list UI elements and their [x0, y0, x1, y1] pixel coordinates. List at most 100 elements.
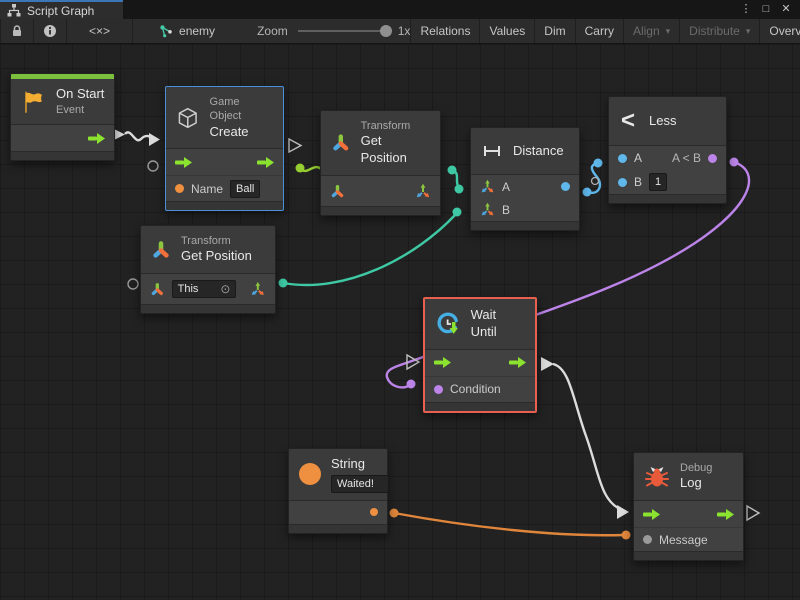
transform-input-port[interactable] [330, 184, 345, 199]
node-category: Debug [680, 461, 712, 475]
string-icon [299, 463, 321, 485]
flow-out-port[interactable] [509, 357, 526, 368]
carry-button[interactable]: Carry [576, 19, 624, 43]
port-label: Name [191, 182, 223, 196]
gameobject-cube-icon [176, 106, 200, 130]
node-string-literal[interactable]: String Waited! [288, 448, 388, 534]
distribute-dropdown[interactable]: Distribute ▾ [680, 19, 760, 43]
string-output-port[interactable] [370, 508, 378, 516]
chevron-down-icon: ▾ [666, 26, 671, 37]
values-button[interactable]: Values [480, 19, 535, 43]
title-bar: Script Graph ⋮ □ ✕ [0, 0, 800, 19]
object-picker-icon[interactable]: ⊙ [214, 282, 230, 296]
code-view-button[interactable]: <×> [67, 19, 133, 43]
name-value-field[interactable]: Ball [230, 180, 260, 198]
flow-in-port[interactable] [643, 509, 660, 520]
node-title: Log [680, 475, 712, 492]
node-category: Game Object [210, 95, 273, 124]
vector3-input-port[interactable] [480, 202, 495, 217]
dim-button[interactable]: Dim [535, 19, 575, 43]
node-footer [11, 151, 114, 160]
less-input-b-port[interactable] [618, 178, 627, 187]
transform-icon [331, 133, 351, 153]
node-get-position-left[interactable]: Transform Get Position This ⊙ [140, 225, 276, 314]
lock-button[interactable] [0, 19, 34, 43]
transform-icon [151, 240, 171, 260]
flow-out-port[interactable] [717, 509, 734, 520]
output-label: A < B [672, 151, 701, 165]
graph-breadcrumb[interactable]: enemy [153, 19, 221, 43]
wait-icon [435, 311, 461, 337]
port-label: B [502, 203, 510, 217]
port-label: Message [659, 533, 708, 547]
port-label: A [502, 180, 510, 194]
overview-button[interactable]: Overview [760, 19, 800, 43]
node-debug-log[interactable]: Debug Log Message [633, 452, 744, 561]
window-menu-button[interactable]: ⋮ [738, 1, 754, 18]
less-input-a-port[interactable] [618, 154, 627, 163]
node-title: Get Position [181, 248, 252, 265]
node-title: Distance [513, 143, 564, 160]
node-category: Transform [181, 234, 252, 248]
zoom-value: 1x [398, 24, 411, 38]
condition-input-port[interactable] [434, 385, 443, 394]
graph-name: enemy [179, 24, 215, 38]
script-graph-icon [7, 4, 21, 17]
distance-output-port[interactable] [561, 182, 570, 191]
zoom-label: Zoom [257, 24, 288, 38]
port-label: Condition [450, 382, 501, 396]
node-footer [609, 194, 726, 203]
string-value-field[interactable]: Waited! [331, 475, 389, 493]
node-subtitle: Event [56, 103, 104, 117]
message-input-port[interactable] [643, 535, 652, 544]
flow-in-port[interactable] [175, 157, 192, 168]
graph-toolbar: <×> enemy Zoom 1x Relations Values Dim C… [0, 19, 800, 44]
node-footer [166, 201, 283, 210]
graph-icon [159, 24, 174, 39]
node-create-gameobject[interactable]: Game Object Create Name Ball [165, 86, 284, 211]
chevron-down-icon: ▾ [746, 26, 751, 37]
window-close-button[interactable]: ✕ [778, 1, 794, 18]
flow-in-port[interactable] [434, 357, 451, 368]
node-title: Wait Until [471, 307, 525, 341]
window-tab[interactable]: Script Graph [0, 0, 123, 19]
less-icon: < [621, 109, 635, 133]
name-input-port[interactable] [175, 184, 184, 193]
transform-input-port[interactable] [150, 282, 165, 297]
node-title: Get Position [361, 133, 430, 167]
port-label: A [634, 151, 642, 165]
inspector-button[interactable] [34, 19, 67, 43]
flag-icon [20, 89, 46, 115]
zoom-slider-track[interactable] [298, 30, 386, 32]
lock-icon [10, 24, 24, 38]
node-title: Create [210, 124, 273, 141]
window-maximize-button[interactable]: □ [758, 1, 774, 18]
node-get-position-top[interactable]: Transform Get Position [320, 110, 441, 216]
node-on-start-event[interactable]: On Start Event [10, 73, 115, 161]
port-label: B [634, 175, 642, 189]
node-footer [321, 206, 440, 215]
target-value-field[interactable]: This ⊙ [172, 280, 237, 298]
node-distance[interactable]: Distance A B [470, 127, 580, 231]
node-footer [141, 304, 275, 313]
b-value-field[interactable]: 1 [649, 173, 667, 191]
vector3-output-port[interactable] [415, 183, 431, 199]
vector3-input-port[interactable] [480, 179, 495, 194]
node-footer [289, 524, 387, 533]
node-title: On Start [56, 86, 104, 103]
flow-out-port[interactable] [257, 157, 274, 168]
relations-button[interactable]: Relations [410, 19, 480, 43]
zoom-slider-handle[interactable] [380, 25, 392, 37]
vector3-output-port[interactable] [250, 281, 266, 297]
flow-out-port[interactable] [88, 133, 105, 144]
zoom-control: Zoom 1x [257, 19, 410, 43]
align-dropdown[interactable]: Align ▾ [624, 19, 680, 43]
node-category: Transform [361, 119, 430, 133]
node-less[interactable]: < Less A A < B B 1 [608, 96, 727, 204]
less-output-port[interactable] [708, 154, 717, 163]
code-view-icon: <×> [89, 24, 110, 38]
node-wait-until[interactable]: Wait Until Condition [423, 297, 537, 413]
node-title: String [331, 456, 389, 473]
node-title: Less [649, 113, 676, 130]
distance-icon [481, 140, 503, 162]
